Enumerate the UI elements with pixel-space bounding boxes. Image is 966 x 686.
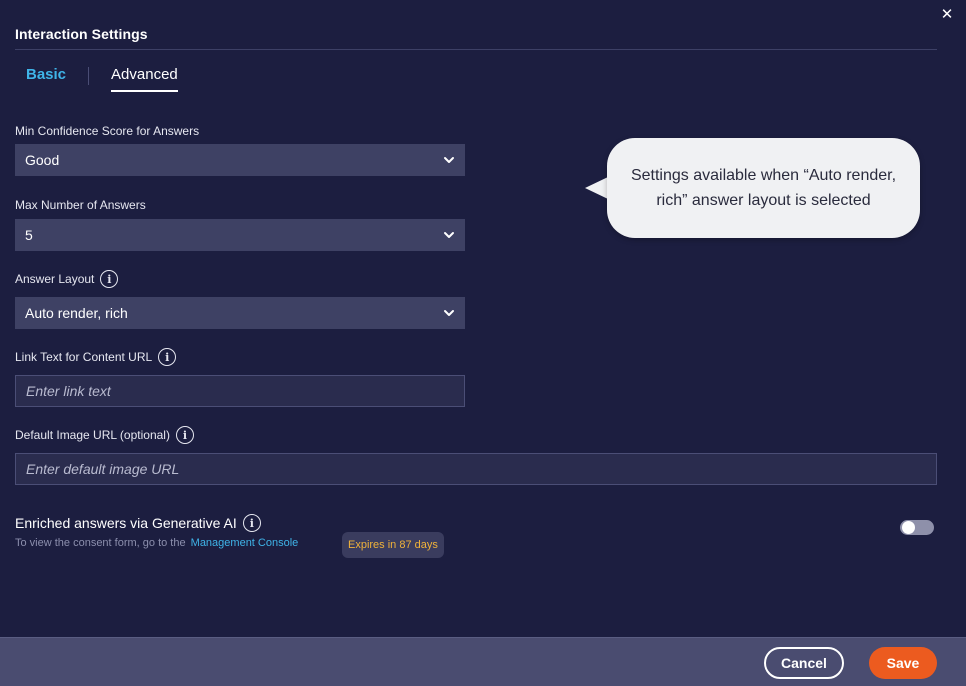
min-confidence-select[interactable]: Good <box>15 144 465 176</box>
generative-ai-title: Enriched answers via Generative AI <box>15 515 237 531</box>
default-image-url-input[interactable] <box>15 453 937 485</box>
tab-separator <box>88 67 90 85</box>
cancel-button[interactable]: Cancel <box>764 647 844 679</box>
info-icon[interactable]: i <box>100 270 119 288</box>
tab-basic[interactable]: Basic <box>26 66 66 92</box>
min-confidence-label-text: Min Confidence Score for Answers <box>15 124 200 138</box>
expires-badge: Expires in 87 days <box>342 532 444 558</box>
min-confidence-value: Good <box>25 152 60 168</box>
link-text-label-text: Link Text for Content URL <box>15 350 153 364</box>
max-answers-value: 5 <box>25 227 33 243</box>
tab-advanced[interactable]: Advanced <box>111 66 178 92</box>
default-image-label: Default Image URL (optional) i <box>15 426 194 444</box>
interaction-settings-dialog: ✕ Interaction Settings Basic Advanced Mi… <box>0 0 966 686</box>
chevron-down-icon <box>444 157 454 163</box>
dialog-footer: Cancel Save <box>0 637 966 686</box>
generative-ai-toggle[interactable] <box>900 520 934 535</box>
save-button[interactable]: Save <box>869 647 937 679</box>
tooltip-text: Settings available when “Auto render, ri… <box>630 167 897 209</box>
title-divider <box>15 49 937 50</box>
answer-layout-label-text: Answer Layout <box>15 272 95 286</box>
close-icon[interactable]: ✕ <box>938 6 956 24</box>
toggle-knob <box>902 521 915 534</box>
max-answers-select[interactable]: 5 <box>15 219 465 251</box>
max-answers-label: Max Number of Answers <box>15 198 146 212</box>
consent-note: To view the consent form, go to the Mana… <box>15 537 298 549</box>
settings-tooltip: Settings available when “Auto render, ri… <box>607 138 920 238</box>
info-icon[interactable]: i <box>175 426 194 444</box>
min-confidence-label: Min Confidence Score for Answers <box>15 124 199 138</box>
management-console-link[interactable]: Management Console <box>191 537 299 549</box>
answer-layout-label: Answer Layout i <box>15 270 119 288</box>
dialog-title: Interaction Settings <box>15 26 148 42</box>
info-icon[interactable]: i <box>158 348 177 366</box>
default-image-label-text: Default Image URL (optional) <box>15 428 170 442</box>
tooltip-arrow <box>585 177 608 199</box>
chevron-down-icon <box>444 232 454 238</box>
info-icon[interactable]: i <box>242 514 261 532</box>
link-text-input[interactable] <box>15 375 465 407</box>
answer-layout-select[interactable]: Auto render, rich <box>15 297 465 329</box>
answer-layout-value: Auto render, rich <box>25 305 128 321</box>
tab-bar: Basic Advanced <box>26 66 178 92</box>
generative-ai-heading: Enriched answers via Generative AI i <box>15 514 261 532</box>
chevron-down-icon <box>444 310 454 316</box>
max-answers-label-text: Max Number of Answers <box>15 198 146 212</box>
consent-text: To view the consent form, go to the <box>15 537 186 549</box>
link-text-label: Link Text for Content URL i <box>15 348 177 366</box>
